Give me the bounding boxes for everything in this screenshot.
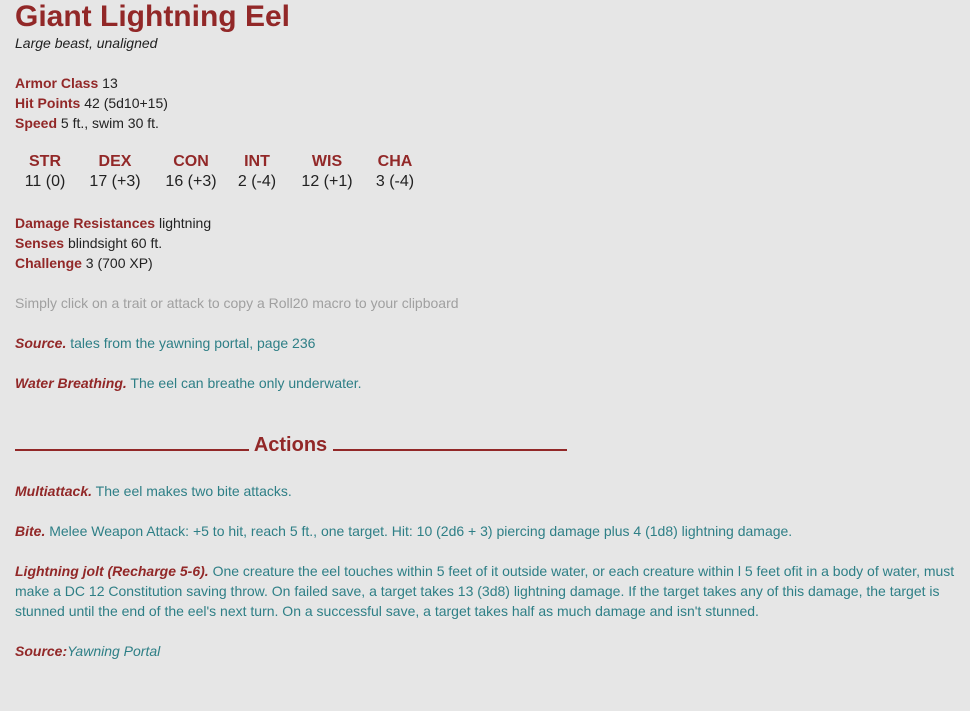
armor-class-value: 13: [102, 75, 118, 91]
source-footer-value[interactable]: Yawning Portal: [67, 643, 160, 659]
ability-score: 16 (+3): [165, 173, 217, 190]
armor-class-label: Armor Class: [15, 75, 99, 91]
ability-name: DEX: [98, 153, 132, 170]
ability-score: 11 (0): [24, 173, 66, 190]
ability-name: CHA: [377, 153, 413, 170]
ability-dex: DEX 17 (+3): [79, 152, 151, 192]
senses-line: Senses blindsight 60 ft.: [15, 233, 162, 253]
trait-name: Source.: [15, 335, 67, 351]
roll20-hint: Simply click on a trait or attack to cop…: [15, 295, 459, 311]
trait-source[interactable]: Source. tales from the yawning portal, p…: [15, 333, 958, 353]
header-rule-left: [15, 435, 249, 451]
ability-str: STR 11 (0): [15, 152, 75, 192]
trait-name: Water Breathing.: [15, 375, 127, 391]
trait-text: The eel can breathe only underwater.: [130, 375, 362, 391]
speed-line: Speed 5 ft., swim 30 ft.: [15, 113, 159, 133]
senses-label: Senses: [15, 235, 65, 251]
ability-score: 2 (-4): [237, 173, 277, 190]
monster-type-line: Large beast, unaligned: [15, 35, 158, 51]
actions-header: Actions: [15, 434, 567, 457]
challenge-label: Challenge: [15, 255, 82, 271]
ability-name: WIS: [311, 153, 343, 170]
hit-points-value: 42 (5d10+15): [84, 95, 168, 111]
monster-name: Giant Lightning Eel: [15, 0, 290, 33]
hit-points-label: Hit Points: [15, 95, 81, 111]
action-name: Multiattack.: [15, 483, 93, 499]
challenge-line: Challenge 3 (700 XP): [15, 253, 153, 273]
ability-score: 3 (-4): [375, 173, 415, 190]
source-footer-label: Source:: [15, 643, 68, 659]
challenge-value: 3 (700 XP): [85, 255, 153, 271]
source-footer: Source:Yawning Portal: [15, 641, 958, 661]
damage-resistances-line: Damage Resistances lightning: [15, 213, 211, 233]
ability-name: INT: [244, 153, 270, 170]
ability-wis: WIS 12 (+1): [293, 152, 361, 192]
hit-points-line: Hit Points 42 (5d10+15): [15, 93, 168, 113]
ability-name: CON: [173, 153, 209, 170]
header-rule-right: [332, 435, 567, 451]
action-bite[interactable]: Bite. Melee Weapon Attack: +5 to hit, re…: [15, 521, 958, 541]
speed-value: 5 ft., swim 30 ft.: [60, 115, 159, 131]
damage-resistances-label: Damage Resistances: [15, 215, 156, 231]
ability-cha: CHA 3 (-4): [363, 152, 427, 192]
action-name: Lightning jolt (Recharge 5-6).: [15, 563, 209, 579]
action-text: Melee Weapon Attack: +5 to hit, reach 5 …: [49, 523, 793, 539]
actions-header-label: Actions: [253, 434, 328, 456]
ability-int: INT 2 (-4): [227, 152, 287, 192]
ability-score: 12 (+1): [301, 173, 353, 190]
damage-resistances-value: lightning: [158, 215, 212, 231]
action-name: Bite.: [15, 523, 46, 539]
trait-text: tales from the yawning portal, page 236: [70, 335, 316, 351]
ability-scores: STR 11 (0) DEX 17 (+3) CON 16 (+3) INT 2…: [15, 152, 427, 192]
armor-class-line: Armor Class 13: [15, 73, 118, 93]
senses-value: blindsight 60 ft.: [67, 235, 163, 251]
action-lightning-jolt[interactable]: Lightning jolt (Recharge 5-6). One creat…: [15, 561, 958, 621]
action-text: The eel makes two bite attacks.: [95, 483, 292, 499]
action-multiattack[interactable]: Multiattack. The eel makes two bite atta…: [15, 481, 958, 501]
ability-con: CON 16 (+3): [155, 152, 227, 192]
ability-name: STR: [29, 153, 61, 170]
trait-water-breathing[interactable]: Water Breathing. The eel can breathe onl…: [15, 373, 958, 393]
speed-label: Speed: [15, 115, 58, 131]
ability-score: 17 (+3): [89, 173, 141, 190]
